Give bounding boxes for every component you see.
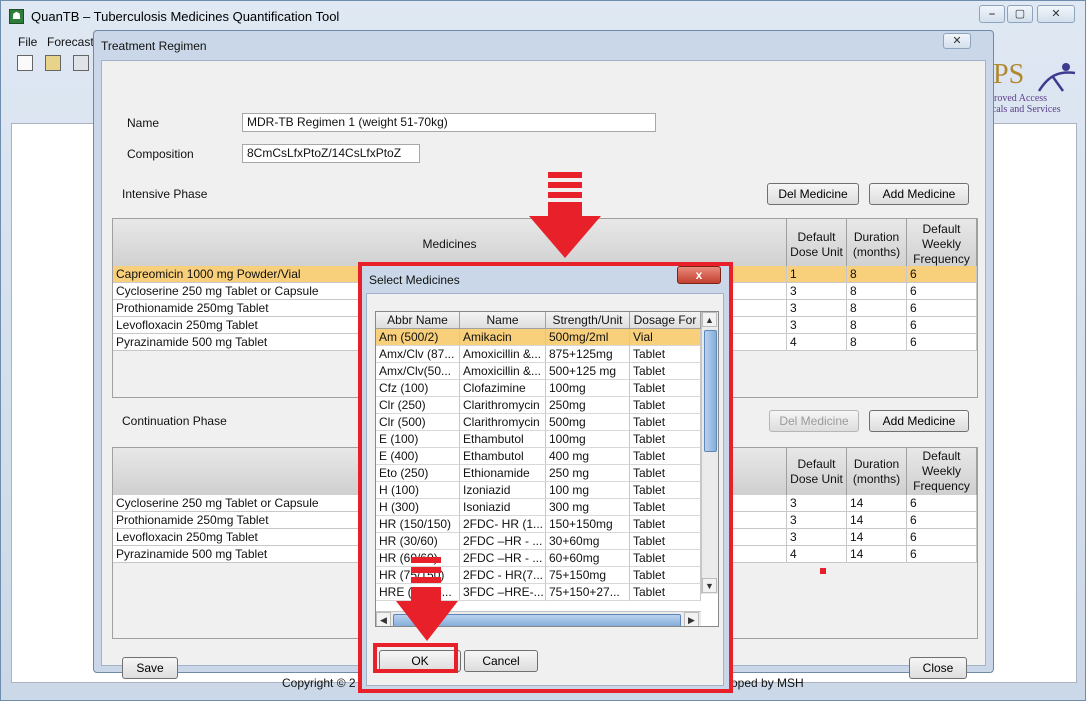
frequency-cell: 6 (907, 334, 977, 351)
menu-forecast[interactable]: Forecast (47, 35, 94, 49)
dose-unit-cell: 3 (787, 529, 847, 546)
app-logo-icon: ☗ (9, 9, 24, 24)
col-default-dose-unit: Default Dose Unit (787, 448, 847, 496)
col-weekly-frequency: Default Weekly Frequency (907, 448, 977, 496)
dose-unit-cell: 1 (787, 266, 847, 283)
minimize-button[interactable]: ⎯ (979, 5, 1005, 23)
frequency-cell: 6 (907, 512, 977, 529)
logo-tagline-2: icals and Services (989, 104, 1061, 115)
maximize-button[interactable]: ▢ (1007, 5, 1033, 23)
col-default-dose-unit: Default Dose Unit (787, 219, 847, 271)
col-duration: Duration (months) (847, 448, 907, 496)
dialog-close-button[interactable]: ✕ (943, 33, 971, 49)
logo-letters: PS (993, 59, 1025, 90)
new-file-icon[interactable] (17, 55, 33, 71)
duration-cell: 14 (847, 512, 907, 529)
dose-unit-cell: 3 (787, 283, 847, 300)
frequency-cell: 6 (907, 300, 977, 317)
dialog-title: Treatment Regimen (101, 39, 207, 53)
duration-cell: 8 (847, 266, 907, 283)
annotation-dot (820, 568, 826, 574)
frequency-cell: 6 (907, 283, 977, 300)
duration-cell: 14 (847, 546, 907, 563)
annotation-ok-highlight (373, 643, 458, 673)
frequency-cell: 6 (907, 529, 977, 546)
name-label: Name (127, 116, 160, 130)
dose-unit-cell: 3 (787, 300, 847, 317)
continuation-add-medicine-button[interactable]: Add Medicine (869, 410, 969, 432)
intensive-phase-label: Intensive Phase (122, 187, 208, 201)
duration-cell: 8 (847, 317, 907, 334)
duration-cell: 14 (847, 529, 907, 546)
continuation-del-medicine-button[interactable]: Del Medicine (769, 410, 859, 432)
dose-unit-cell: 4 (787, 546, 847, 563)
frequency-cell: 6 (907, 317, 977, 334)
logo-tagline: proved Access icals and Services (989, 93, 1061, 115)
intensive-add-medicine-button[interactable]: Add Medicine (869, 183, 969, 205)
frequency-cell: 6 (907, 266, 977, 283)
duration-cell: 8 (847, 334, 907, 351)
logo-tagline-1: proved Access (989, 93, 1048, 104)
menu-file[interactable]: File (18, 35, 37, 49)
save-button[interactable]: Save (122, 657, 178, 679)
dose-unit-cell: 3 (787, 317, 847, 334)
col-duration: Duration (months) (847, 219, 907, 271)
duration-cell: 8 (847, 283, 907, 300)
composition-label: Composition (127, 147, 194, 161)
close-button[interactable]: Close (909, 657, 967, 679)
name-field[interactable]: MDR-TB Regimen 1 (weight 51-70kg) (242, 113, 656, 132)
composition-field[interactable]: 8CmCsLfxPtoZ/14CsLfxPtoZ (242, 144, 420, 163)
col-weekly-frequency: Default Weekly Frequency (907, 219, 977, 271)
close-window-button[interactable]: ✕ (1037, 5, 1075, 23)
dose-unit-cell: 4 (787, 334, 847, 351)
annotation-arrow-down-icon (529, 172, 601, 258)
figure-logo-icon (1037, 63, 1076, 92)
save-disk-icon[interactable] (73, 55, 89, 71)
intensive-del-medicine-button[interactable]: Del Medicine (767, 183, 859, 205)
frequency-cell: 6 (907, 546, 977, 563)
app-title: QuanTB – Tuberculosis Medicines Quantifi… (31, 9, 340, 24)
duration-cell: 8 (847, 300, 907, 317)
dose-unit-cell: 3 (787, 512, 847, 529)
duration-cell: 14 (847, 495, 907, 512)
open-folder-icon[interactable] (45, 55, 61, 71)
continuation-phase-label: Continuation Phase (122, 414, 227, 428)
copyright-text: Copyright © 2 (282, 676, 356, 690)
app-titlebar: ☗ QuanTB – Tuberculosis Medicines Quanti… (1, 1, 1085, 31)
credits-text: oped by MSH (731, 676, 804, 690)
frequency-cell: 6 (907, 495, 977, 512)
dose-unit-cell: 3 (787, 495, 847, 512)
annotation-arrow-down-icon (396, 557, 458, 641)
msh-logo: PS proved Access icals and Services (985, 59, 1080, 119)
